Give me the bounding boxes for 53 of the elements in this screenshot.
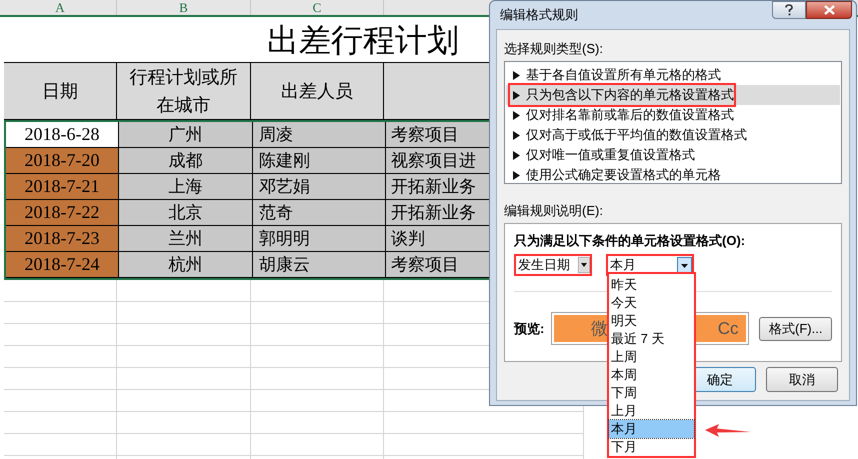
dropdown-option[interactable]: 最近 7 天	[609, 330, 694, 348]
table-cell: 2018-6-28	[6, 122, 119, 148]
table-cell: 2018-7-21	[6, 174, 119, 200]
table-cell: 北京	[119, 200, 253, 226]
triangle-icon	[513, 90, 520, 100]
column-heading: 出差人员	[251, 63, 384, 120]
table-cell: 杭州	[119, 252, 253, 278]
column-header[interactable]: C	[251, 0, 384, 15]
preview-label: 预览:	[514, 320, 546, 338]
cancel-button[interactable]: 取消	[766, 367, 838, 392]
table-cell: 2018-7-22	[6, 200, 119, 226]
table-cell: 2018-7-24	[6, 252, 119, 278]
triangle-icon	[513, 170, 520, 180]
column-header[interactable]: A	[4, 0, 117, 15]
table-cell: 范奇	[253, 200, 386, 226]
dropdown-option[interactable]: 上周	[609, 348, 694, 366]
preview-text: Cc	[718, 318, 738, 340]
dropdown-option[interactable]: 本月	[609, 420, 694, 438]
table-cell: 郭明明	[253, 226, 386, 252]
table-cell: 广州	[119, 122, 253, 148]
triangle-icon	[513, 150, 520, 160]
triangle-icon	[513, 70, 520, 80]
table-cell: 兰州	[119, 226, 253, 252]
table-cell: 成都	[119, 148, 253, 174]
condition-dropdown[interactable]: 发生日期	[514, 254, 592, 276]
pointer-arrow	[705, 423, 751, 438]
table-cell: 2018-7-20	[6, 148, 119, 174]
dropdown-option[interactable]: 上月	[609, 402, 694, 420]
help-button[interactable]	[772, 1, 806, 19]
triangle-icon	[513, 130, 520, 140]
dropdown-option[interactable]: 今天	[609, 294, 694, 312]
close-icon	[824, 5, 834, 15]
dropdown-option[interactable]: 昨天	[609, 276, 694, 294]
column-header[interactable]: B	[117, 0, 251, 15]
close-button[interactable]	[806, 1, 852, 19]
column-heading: 行程计划或所在城市	[117, 63, 251, 120]
format-button[interactable]: 格式(F)...	[759, 316, 832, 340]
table-cell: 邓艺娟	[253, 174, 386, 200]
triangle-icon	[513, 110, 520, 120]
table-cell: 周凌	[253, 122, 386, 148]
dropdown-arrow-icon	[578, 257, 590, 273]
preview-text: 微	[590, 318, 608, 340]
help-icon	[785, 4, 793, 16]
list-item[interactable]: 基于各自值设置所有单元格的格式	[506, 65, 840, 85]
dropdown-option[interactable]: 明天	[609, 312, 694, 330]
column-heading: 日期	[4, 63, 117, 120]
list-item[interactable]: 只为包含以下内容的单元格设置格式	[506, 85, 840, 105]
table-cell: 2018-7-23	[6, 226, 119, 252]
list-item[interactable]: 仅对排名靠前或靠后的数值设置格式	[506, 105, 840, 125]
dropdown-option[interactable]: 下月	[609, 438, 694, 456]
table-cell: 胡康云	[253, 252, 386, 278]
table-cell: 上海	[119, 174, 253, 200]
table-cell: 陈建刚	[253, 148, 386, 174]
